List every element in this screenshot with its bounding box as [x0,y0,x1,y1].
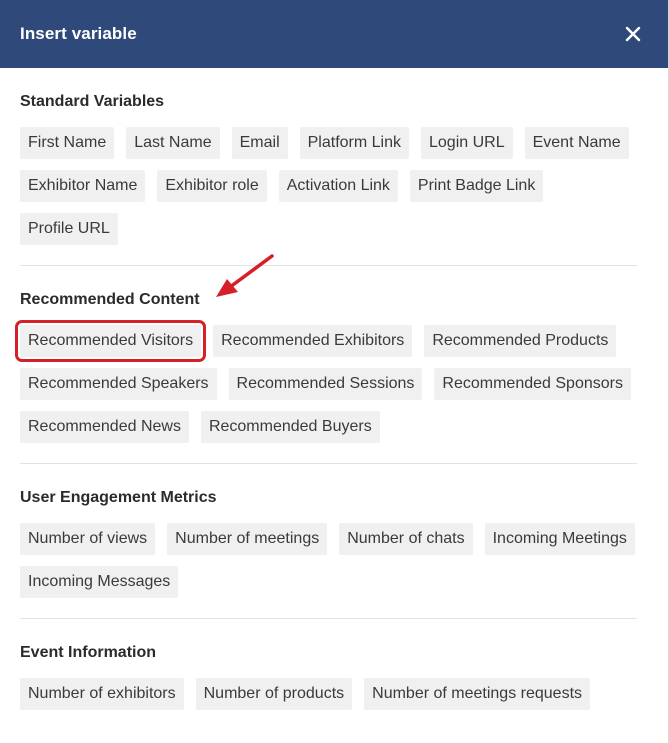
variable-chip[interactable]: Event Name [524,127,629,159]
variable-chip[interactable]: Recommended Speakers [20,368,217,400]
close-button[interactable] [620,21,646,47]
variable-chip[interactable]: Activation Link [278,170,398,202]
variable-chip[interactable]: Incoming Meetings [484,523,635,555]
variable-chip[interactable]: Email [231,127,288,159]
variable-chip[interactable]: Recommended Sessions [228,368,423,400]
dialog-body: Standard Variables First Name Last Name … [0,68,663,730]
dialog-title: Insert variable [20,24,137,43]
section-title: Event Information [20,644,157,661]
section-recommended-content: Recommended Content Recommended Visitors… [14,266,637,464]
close-icon [625,26,641,42]
section-standard-variables: Standard Variables First Name Last Name … [20,68,637,266]
variable-chip[interactable]: Last Name [126,127,220,159]
insert-variable-dialog: Insert variable Standard Variables First… [0,0,669,743]
variable-chip[interactable]: Number of views [20,523,156,555]
chip-list: Recommended Visitors Recommended Exhibit… [14,320,637,463]
variable-chip[interactable]: Recommended Sponsors [434,368,631,400]
variable-chip[interactable]: Login URL [421,127,513,159]
section-event-information: Event Information Number of exhibitors N… [20,619,637,730]
variable-chip[interactable]: Recommended Exhibitors [213,325,413,357]
chip-list: Number of views Number of meetings Numbe… [20,523,637,618]
section-user-engagement-metrics: User Engagement Metrics Number of views … [20,464,637,619]
variable-chip[interactable]: Recommended News [20,411,189,443]
chip-list: First Name Last Name Email Platform Link… [20,127,637,265]
variable-chip[interactable]: Number of exhibitors [20,678,184,710]
dialog-header: Insert variable [0,0,668,68]
variable-chip[interactable]: First Name [20,127,115,159]
variable-chip[interactable]: Incoming Messages [20,566,179,598]
variable-chip[interactable]: Profile URL [20,213,118,245]
variable-chip[interactable]: Print Badge Link [409,170,544,202]
variable-chip-highlighted[interactable]: Recommended Visitors [14,320,207,362]
variable-chip[interactable]: Exhibitor role [157,170,267,202]
variable-chip[interactable]: Recommended Products [424,325,617,357]
variable-chip[interactable]: Recommended Buyers [200,411,380,443]
variable-chip[interactable]: Number of meetings [167,523,328,555]
section-title: Recommended Content [20,291,200,308]
section-title: Standard Variables [20,93,165,110]
chip-list: Number of exhibitors Number of products … [20,678,637,730]
variable-chip[interactable]: Platform Link [299,127,409,159]
variable-chip[interactable]: Exhibitor Name [20,170,146,202]
variable-chip[interactable]: Number of chats [339,523,473,555]
variable-chip[interactable]: Number of products [195,678,353,710]
variable-chip[interactable]: Number of meetings requests [364,678,591,710]
section-title: User Engagement Metrics [20,489,217,506]
